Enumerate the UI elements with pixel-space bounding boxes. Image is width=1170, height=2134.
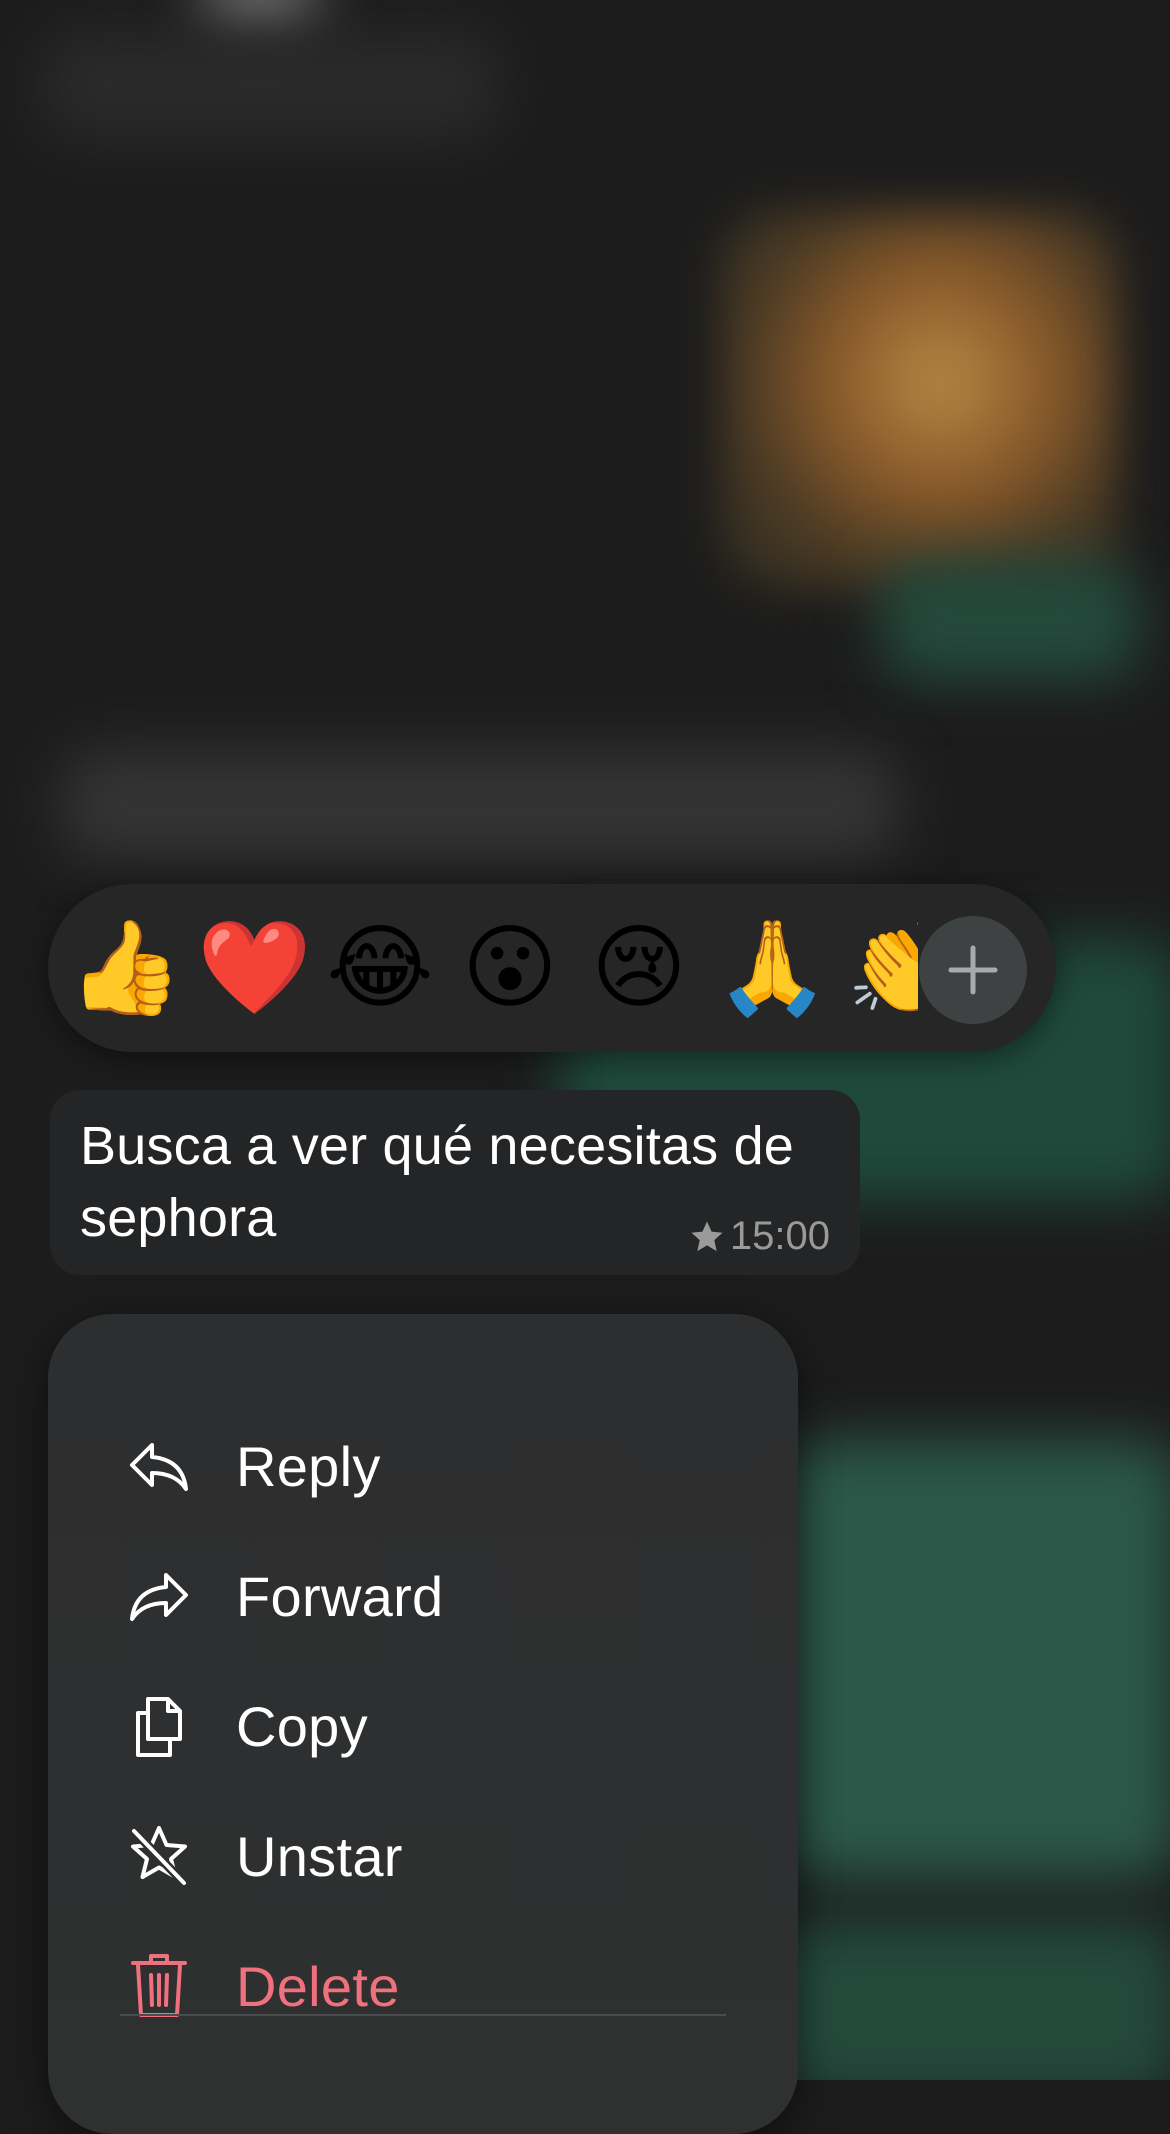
message-time: 15:00 xyxy=(729,1214,830,1258)
menu-item-label: Unstar xyxy=(236,1824,403,1888)
blurred-incoming-message xyxy=(60,750,900,860)
blurred-header xyxy=(40,30,500,140)
more-reactions-button[interactable] xyxy=(919,916,1027,1024)
blurred-photo-caption xyxy=(880,560,1140,680)
menu-item-label: Reply xyxy=(236,1434,381,1498)
menu-divider xyxy=(120,2014,726,2016)
blurred-header-avatar xyxy=(200,0,320,30)
reaction-crying[interactable]: 😢 xyxy=(585,914,693,1022)
menu-item-label: Forward xyxy=(236,1564,444,1628)
reaction-bar: 👍 ❤️ 😂 😮 😢 🙏 👏 xyxy=(48,884,1056,1052)
reaction-clapping-hands[interactable]: 👏 xyxy=(846,914,918,1022)
message-meta: 15:00 xyxy=(688,1214,830,1259)
forward-icon xyxy=(124,1561,194,1631)
blurred-outgoing-message xyxy=(780,1440,1170,1880)
trash-icon xyxy=(124,1951,194,2021)
menu-item-label: Copy xyxy=(236,1694,368,1758)
reaction-folded-hands[interactable]: 🙏 xyxy=(715,914,830,1022)
plus-icon xyxy=(948,945,998,995)
copy-icon xyxy=(124,1691,194,1761)
reply-icon xyxy=(124,1431,194,1501)
selected-message-bubble: Busca a ver qué necesitas de sephora 15:… xyxy=(50,1090,860,1275)
blurred-photo-message xyxy=(720,210,1120,590)
reaction-thumbs-up[interactable]: 👍 xyxy=(68,914,183,1022)
reaction-surprised[interactable]: 😮 xyxy=(456,914,564,1022)
menu-item-label: Delete xyxy=(236,1954,400,2018)
reaction-tears-of-joy[interactable]: 😂 xyxy=(326,914,434,1022)
message-context-menu: Reply Forward Copy Unstar Delete xyxy=(48,1314,798,2134)
reaction-red-heart[interactable]: ❤️ xyxy=(197,914,312,1022)
menu-item-reply[interactable]: Reply xyxy=(48,1406,798,1526)
menu-item-unstar[interactable]: Unstar xyxy=(48,1796,798,1916)
blurred-outgoing-message xyxy=(760,1920,1170,2080)
menu-item-delete[interactable]: Delete xyxy=(48,1926,798,2046)
menu-item-forward[interactable]: Forward xyxy=(48,1536,798,1656)
star-icon xyxy=(691,1220,723,1251)
unstar-icon xyxy=(124,1821,194,1891)
menu-item-copy[interactable]: Copy xyxy=(48,1666,798,1786)
